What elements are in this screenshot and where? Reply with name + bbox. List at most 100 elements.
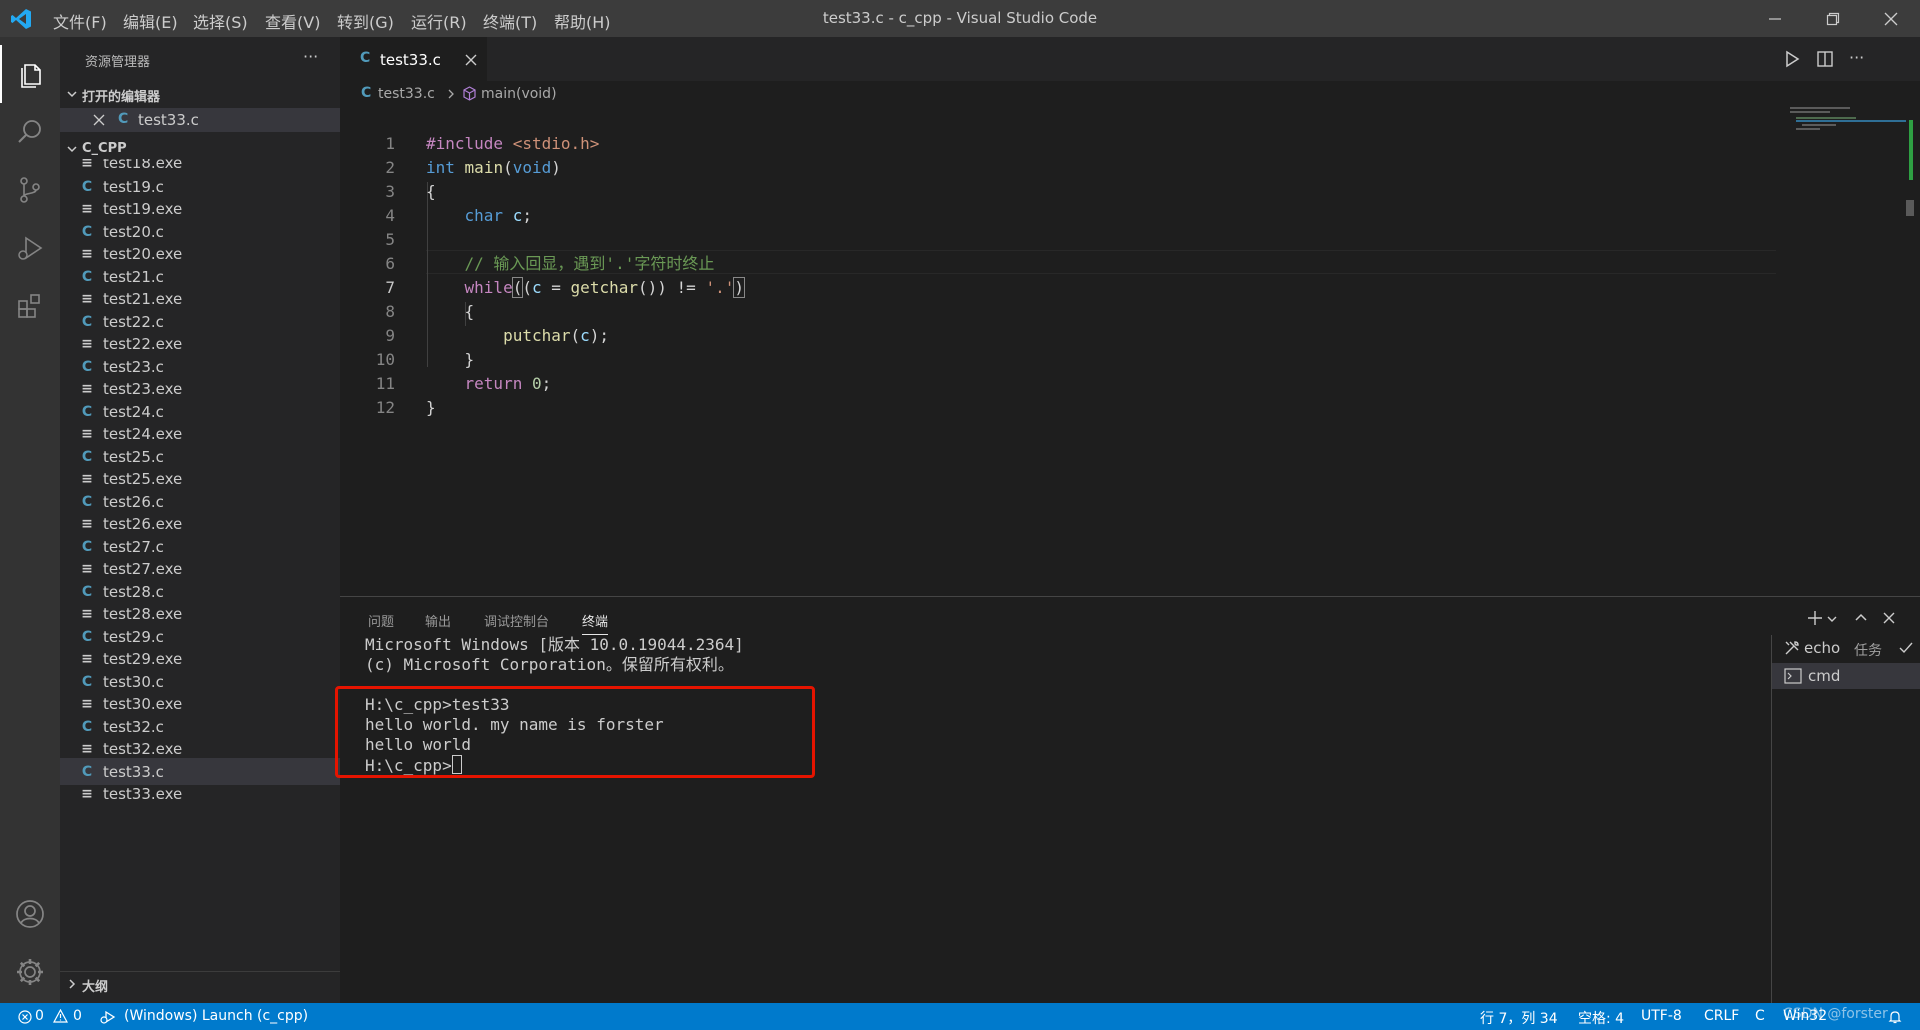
folder-header[interactable]: C_CPP xyxy=(60,138,340,160)
close-icon[interactable] xyxy=(465,54,477,66)
exe-file-icon: ≡ xyxy=(81,291,93,307)
close-icon[interactable] xyxy=(1882,611,1896,625)
code-line[interactable]: 1 #include <stdio.h> xyxy=(340,108,1780,153)
restore-button[interactable] xyxy=(1804,0,1862,37)
code-line[interactable]: 4 char c; xyxy=(340,180,1780,225)
code-text: } xyxy=(426,398,436,417)
exe-file-icon: ≡ xyxy=(81,741,93,757)
encoding[interactable]: UTF-8 xyxy=(1641,1008,1682,1024)
menu-terminal[interactable]: 终端(T) xyxy=(483,9,537,33)
files-icon xyxy=(21,64,41,88)
c-file-icon: C xyxy=(81,403,93,420)
language-mode[interactable]: C xyxy=(1755,1008,1765,1024)
close-icon[interactable] xyxy=(93,114,105,126)
cursor-position[interactable]: 行 7，列 34 xyxy=(1480,1008,1558,1028)
add-icon[interactable] xyxy=(1807,610,1823,626)
chevron-down-icon xyxy=(67,91,77,98)
tab-output[interactable]: 输出 xyxy=(425,611,451,630)
minimap[interactable] xyxy=(1790,107,1906,137)
code-line[interactable]: 7 while((c = getchar()) != '.') xyxy=(340,252,1780,298)
code-line[interactable]: 2 int main(void) xyxy=(340,132,1780,177)
file-name: test22.exe xyxy=(103,335,183,353)
bell-icon[interactable] xyxy=(1887,1009,1903,1025)
breadcrumb-file[interactable]: test33.c xyxy=(378,86,435,102)
overview-ruler xyxy=(1909,120,1913,180)
exe-file-icon: ≡ xyxy=(81,246,93,262)
file-name: test28.exe xyxy=(103,605,183,623)
exe-file-icon: ≡ xyxy=(81,471,93,487)
tab-test33[interactable]: C test33.c xyxy=(340,37,487,82)
terminal-item-cmd[interactable]: cmd xyxy=(1772,663,1920,689)
manage-activity[interactable] xyxy=(0,943,60,1001)
source-control-activity[interactable] xyxy=(0,161,60,219)
menu-help[interactable]: 帮助(H) xyxy=(554,9,611,33)
scrollbar[interactable] xyxy=(1906,200,1914,216)
gear-icon xyxy=(17,959,43,985)
exe-file-icon: ≡ xyxy=(81,696,93,712)
exe-file-icon: ≡ xyxy=(81,426,93,442)
menu-file[interactable]: 文件(F) xyxy=(53,9,107,33)
menu-go[interactable]: 转到(G) xyxy=(337,9,394,33)
warning-count: 0 xyxy=(73,1008,82,1024)
code-line[interactable]: 3{ xyxy=(340,156,1780,201)
menu-run[interactable]: 运行(R) xyxy=(411,9,467,33)
c-file-icon: C xyxy=(81,538,93,555)
sidebar-more-button[interactable]: ··· xyxy=(303,47,318,66)
maximize-panel-icon[interactable] xyxy=(1854,611,1868,625)
code-line[interactable]: 11 return 0; xyxy=(340,348,1780,393)
vscode-logo-icon xyxy=(10,8,32,30)
title-bar: 文件(F) 编辑(E) 选择(S) 查看(V) 转到(G) 运行(R) 终端(T… xyxy=(0,0,1920,37)
close-window-button[interactable] xyxy=(1862,0,1920,37)
end-of-line[interactable]: CRLF xyxy=(1704,1008,1739,1024)
search-activity[interactable] xyxy=(0,103,60,161)
c-file-icon: C xyxy=(81,223,93,240)
indentation[interactable]: 空格: 4 xyxy=(1578,1008,1624,1028)
tab-debug-console[interactable]: 调试控制台 xyxy=(484,611,549,630)
terminal-name: cmd xyxy=(1808,667,1841,685)
accounts-activity[interactable] xyxy=(0,885,60,943)
run-icon[interactable] xyxy=(1783,50,1801,68)
minimize-button[interactable] xyxy=(1746,0,1804,37)
run-debug-activity[interactable] xyxy=(0,219,60,277)
open-editor-item[interactable]: C test33.c xyxy=(60,108,340,132)
code-line[interactable]: 12} xyxy=(340,372,1780,417)
tools-icon xyxy=(1785,641,1799,655)
editor-more-button[interactable]: ··· xyxy=(1849,48,1864,67)
file-item[interactable]: ≡ test33.exe xyxy=(60,781,340,808)
file-name: test26.c xyxy=(103,492,164,511)
menu-edit[interactable]: 编辑(E) xyxy=(123,9,178,33)
file-name: test22.c xyxy=(103,312,164,331)
terminal-suffix: 任务 xyxy=(1854,643,1882,659)
error-count: 0 xyxy=(35,1008,44,1024)
file-name: test30.exe xyxy=(103,695,183,713)
code-line[interactable]: 6 // 输入回显，遇到'.'字符时终止 xyxy=(340,228,1780,273)
outline-header[interactable]: 大纲 xyxy=(60,971,340,996)
chevron-down-icon xyxy=(67,146,77,153)
code-line[interactable]: 10 } xyxy=(340,324,1780,369)
account-icon xyxy=(16,900,44,928)
c-file-icon: C xyxy=(81,493,93,510)
menu-view[interactable]: 查看(V) xyxy=(265,9,320,33)
explorer-activity[interactable] xyxy=(0,45,60,103)
menu-selection[interactable]: 选择(S) xyxy=(193,9,248,33)
c-file-icon: C xyxy=(81,313,93,330)
code-line[interactable]: 8 { xyxy=(340,276,1780,321)
debug-launch-icon xyxy=(100,1010,116,1024)
breadcrumb-symbol[interactable]: main(void) xyxy=(481,86,557,102)
launch-config-status[interactable]: (Windows) Launch (c_cpp) xyxy=(100,1003,320,1030)
watermark: CSDN @forster xyxy=(1783,1006,1888,1022)
file-name: test19.exe xyxy=(103,200,183,218)
c-file-icon: C xyxy=(361,85,372,101)
tab-terminal[interactable]: 终端 xyxy=(582,611,609,635)
tab-problems[interactable]: 问题 xyxy=(368,611,394,630)
extensions-activity[interactable] xyxy=(0,277,60,335)
code-line[interactable]: 5 xyxy=(340,204,1780,249)
open-editors-header[interactable]: 打开的编辑器 xyxy=(60,83,340,105)
explorer-sidebar: 资源管理器 ··· 打开的编辑器 C test33.c C_CPP ≡ test… xyxy=(60,37,340,1003)
terminal-item-echo[interactable]: echo 任务 xyxy=(1772,635,1920,661)
split-editor-icon[interactable] xyxy=(1816,50,1834,68)
search-icon xyxy=(18,120,41,143)
chevron-down-icon[interactable] xyxy=(1826,613,1838,625)
file-name: test23.exe xyxy=(103,380,183,398)
code-line[interactable]: 9 putchar(c); xyxy=(340,300,1780,345)
